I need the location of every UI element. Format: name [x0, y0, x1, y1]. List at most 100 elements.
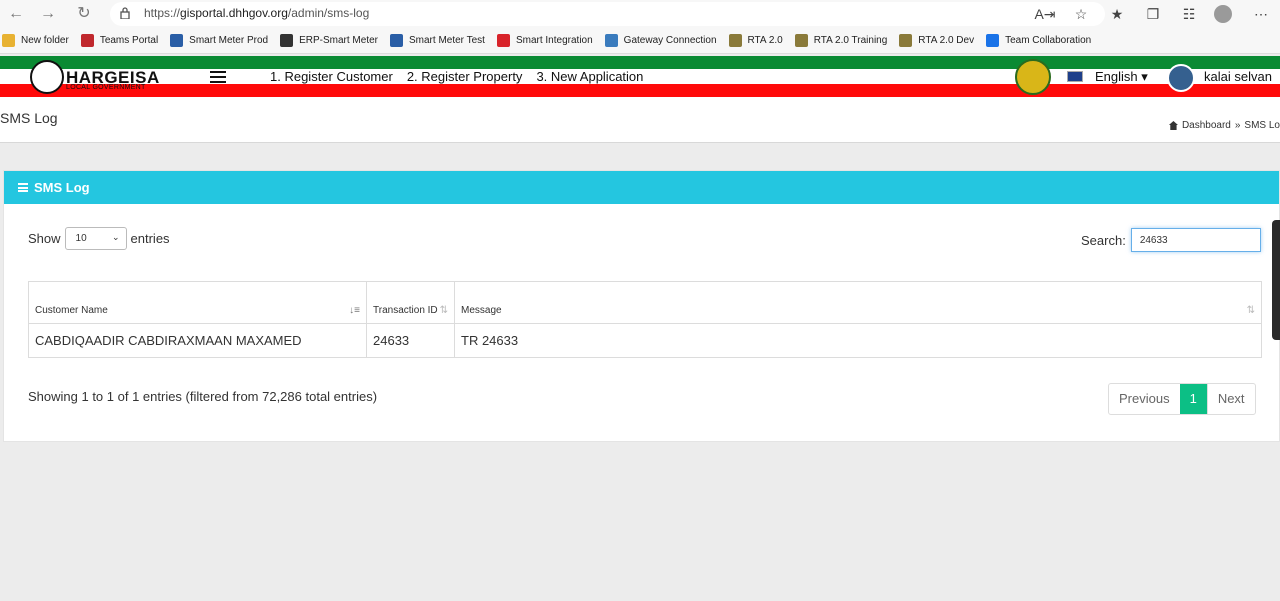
bookmark-label: RTA 2.0 [747, 35, 783, 46]
bookmark-icon [390, 34, 403, 47]
page-title: SMS Log [0, 110, 58, 126]
page-size-control: Show 10 ⌄ entries [28, 227, 170, 250]
more-menu-icon[interactable]: ⋯ [1250, 4, 1272, 24]
column-header-transaction-id[interactable]: Transaction ID ⇅ [366, 281, 455, 324]
breadcrumb-dashboard[interactable]: Dashboard [1182, 120, 1231, 131]
uk-flag-icon [1067, 71, 1083, 82]
bookmark-label: New folder [21, 35, 69, 46]
bookmark-item[interactable]: Smart Meter Prod [170, 34, 268, 47]
add-favorite-icon[interactable]: ☆ [1070, 4, 1092, 24]
sort-icon: ↓≡ [349, 305, 360, 316]
page-size-select[interactable]: 10 ⌄ [64, 227, 127, 250]
bookmark-label: Teams Portal [99, 35, 159, 46]
register-customer-link[interactable]: 1. Register Customer [270, 69, 393, 84]
logo-subtitle: LOCAL GOVERNMENT [66, 84, 146, 91]
logo-icon[interactable] [30, 60, 64, 94]
folder-icon [2, 34, 15, 47]
address-bar[interactable]: https://gisportal.dhhgov.org/admin/sms-l… [110, 2, 1105, 26]
profile-icon[interactable] [1214, 4, 1236, 24]
bookmark-label: RTA 2.0 Dev [918, 35, 975, 46]
bookmark-icon [794, 34, 808, 47]
app-header: HARGEISA LOCAL GOVERNMENT 1. Register Cu… [0, 56, 1280, 98]
breadcrumb-current: SMS Lo [1244, 120, 1280, 131]
bookmark-icon [496, 34, 510, 47]
list-icon [18, 183, 28, 192]
show-label: Show [28, 231, 61, 246]
bookmark-item[interactable]: RTA 2.0 Dev [899, 34, 974, 47]
cell-message: TR 24633 [454, 323, 1262, 358]
bookmark-item[interactable]: RTA 2.0 Training [794, 34, 888, 47]
bookmark-icon [604, 34, 618, 47]
sort-icon: ⇅ [1246, 305, 1255, 316]
flag-stripe-green [0, 56, 1280, 69]
chevron-down-icon: ▾ [1141, 69, 1148, 84]
forward-icon[interactable]: → [38, 4, 58, 24]
table-info: Showing 1 to 1 of 1 entries (filtered fr… [28, 389, 378, 404]
side-panel-tab[interactable] [1272, 220, 1280, 340]
language-select[interactable]: English ▾ [1095, 69, 1148, 85]
bookmark-label: Smart Integration [515, 35, 593, 46]
browser-toolbar: ← → ↻ https://gisportal.dhhgov.org/admin… [0, 0, 1280, 28]
column-header-customer-name[interactable]: Customer Name ↓≡ [28, 281, 367, 324]
bookmark-icon [80, 34, 94, 47]
bookmark-label: ERP-Smart Meter [299, 35, 378, 46]
lock-icon [120, 7, 130, 19]
top-nav: 1. Register Customer 2. Register Propert… [270, 69, 643, 84]
flag-stripe-red [0, 84, 1280, 97]
entries-label: entries [130, 231, 170, 246]
read-aloud-icon[interactable]: A⇥ [1034, 4, 1056, 24]
bookmark-item[interactable]: Team Collaboration [986, 34, 1091, 47]
card-title: SMS Log [34, 180, 90, 195]
bookmark-item[interactable]: Smart Meter Test [390, 34, 485, 47]
bookmark-icon [728, 34, 742, 47]
breadcrumb-separator: » [1234, 120, 1241, 131]
menu-toggle-icon[interactable] [210, 71, 226, 83]
pagination: Previous 1 Next [1108, 383, 1256, 415]
search-label: Search: [1081, 232, 1126, 248]
bookmarks-bar: New folder Teams Portal Smart Meter Prod ER… [0, 28, 1280, 54]
reload-icon[interactable]: ↻ [74, 4, 94, 24]
register-property-link[interactable]: 2. Register Property [407, 69, 523, 84]
page-heading: SMS Log Dashboard » SMS Lo [0, 98, 1280, 143]
sort-icon: ⇅ [439, 305, 448, 316]
breadcrumb: Dashboard » SMS Lo [1168, 120, 1280, 131]
user-name[interactable]: kalai selvan [1204, 69, 1272, 84]
collections-icon[interactable]: ❐ [1142, 4, 1164, 24]
bookmark-label: Gateway Connection [623, 35, 717, 46]
card-header: SMS Log [4, 171, 1279, 204]
back-icon[interactable]: ← [6, 4, 26, 24]
new-application-link[interactable]: 3. New Application [536, 69, 643, 84]
extensions-icon[interactable]: ☷ [1178, 4, 1200, 24]
search-control: Search: 24633 [1081, 228, 1261, 252]
bookmark-label: Smart Meter Test [409, 35, 485, 46]
search-input[interactable]: 24633 [1130, 228, 1261, 252]
chevron-down-icon: ⌄ [111, 232, 120, 242]
bookmark-item[interactable]: Gateway Connection [604, 34, 717, 47]
bookmark-label: Team Collaboration [1005, 35, 1092, 46]
cell-customer-name: CABDIQAADIR CABDIRAXMAAN MAXAMED [28, 323, 367, 358]
home-icon [1168, 121, 1178, 130]
user-avatar[interactable] [1167, 64, 1195, 92]
column-header-message[interactable]: Message ⇅ [454, 281, 1262, 324]
page-1-button[interactable]: 1 [1179, 384, 1207, 414]
sms-log-table: Customer Name ↓≡ Transaction ID ⇅ Message ⇅… [28, 281, 1262, 358]
bookmark-icon [170, 34, 184, 47]
bookmark-label: Smart Meter Prod [189, 35, 269, 46]
bookmark-icon [986, 34, 1000, 47]
bookmark-icon [280, 34, 294, 47]
bookmark-item[interactable]: Teams Portal [80, 34, 159, 47]
government-emblem-icon [1015, 59, 1051, 95]
bookmark-icon [899, 34, 913, 47]
bookmark-item[interactable]: RTA 2.0 [728, 34, 783, 47]
bookmark-item[interactable]: ERP-Smart Meter [280, 34, 378, 47]
previous-button[interactable]: Previous [1109, 384, 1180, 414]
url-text: https://gisportal.dhhgov.org/admin/sms-l… [144, 6, 370, 20]
sms-log-card: SMS Log Show 10 ⌄ entries Search: 24633 … [3, 170, 1280, 442]
bookmark-item[interactable]: Smart Integration [496, 34, 593, 47]
cell-transaction-id: 24633 [366, 323, 455, 358]
table-row: CABDIQAADIR CABDIRAXMAAN MAXAMED 24633 T… [28, 323, 1262, 358]
next-button[interactable]: Next [1206, 384, 1255, 414]
bookmark-label: RTA 2.0 Training [813, 35, 888, 46]
favorites-icon[interactable]: ★ [1106, 4, 1128, 24]
bookmark-item[interactable]: New folder [2, 34, 69, 47]
